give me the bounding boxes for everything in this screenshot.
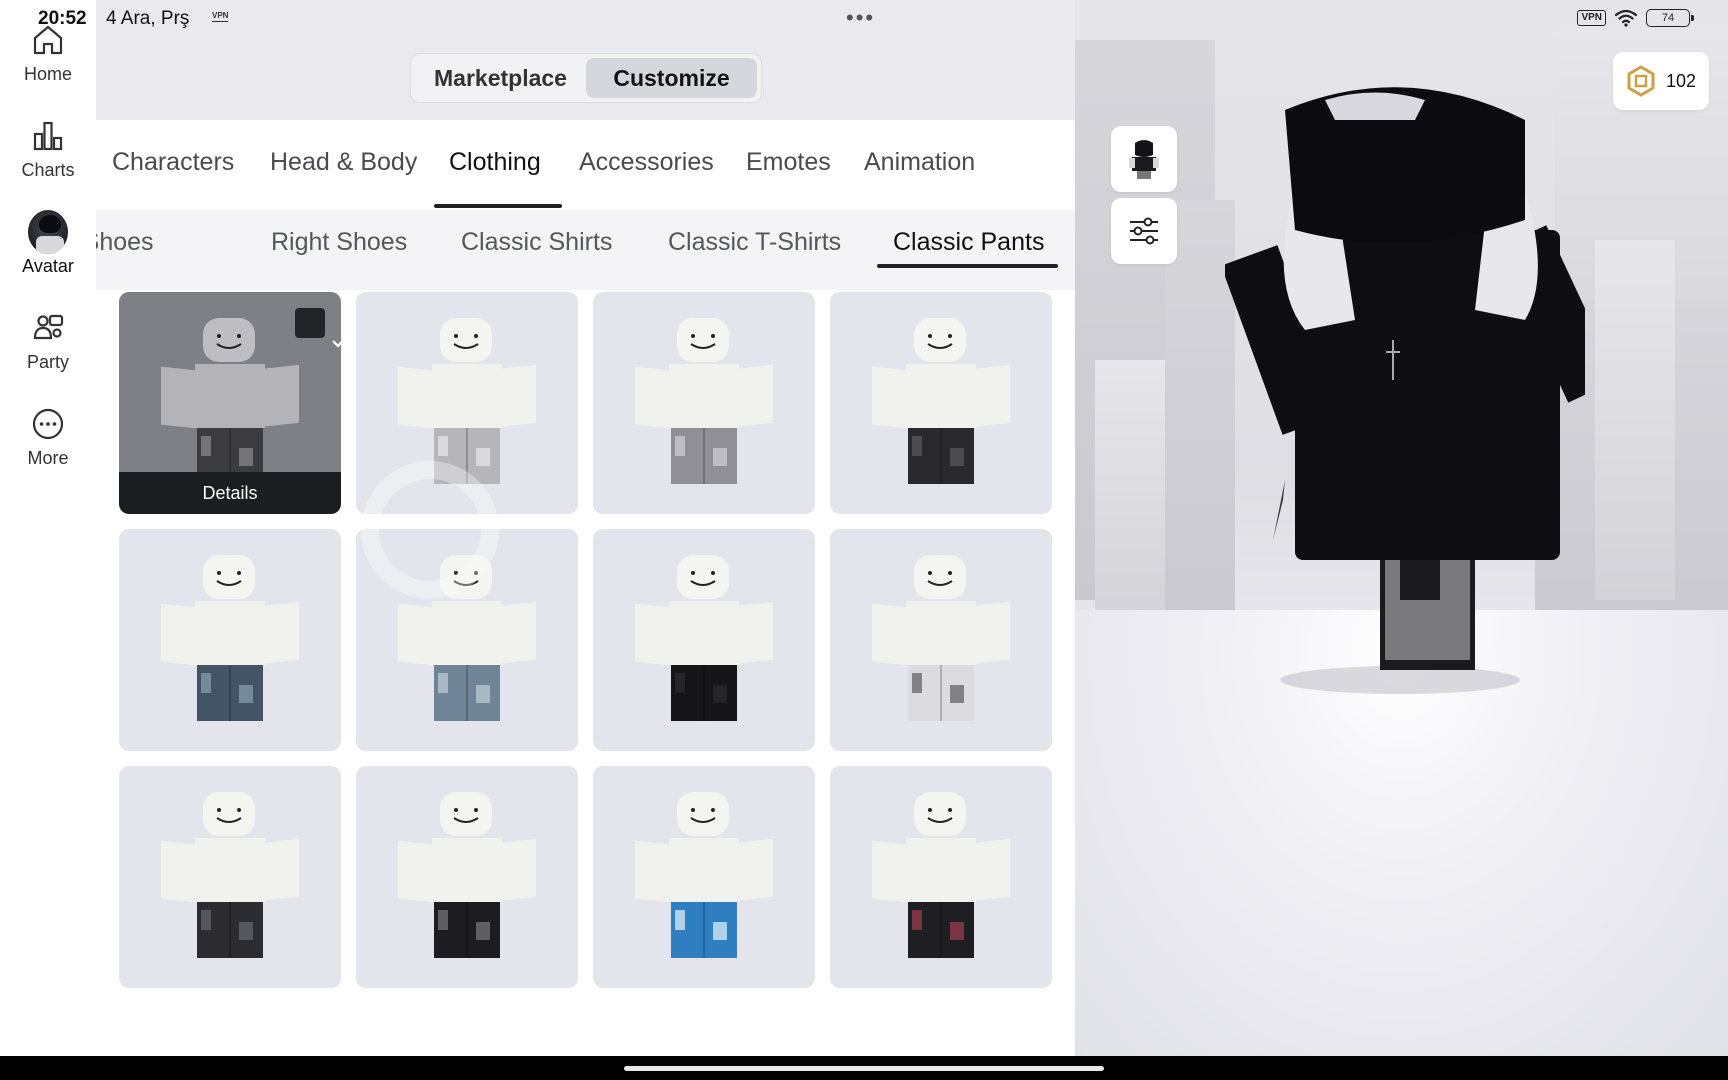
nav-label-home: Home [23,64,72,84]
customize-panel: Characters Head & Body Clothing Accessor… [96,120,1075,1056]
subtab-right-shoes[interactable]: Right Shoes [271,228,407,257]
category-tabs: Characters Head & Body Clothing Accessor… [96,120,1075,210]
details-button[interactable]: Details [119,472,341,514]
avatar-model [1225,87,1585,694]
sliders-icon [1130,217,1158,245]
item-preview-image [635,555,773,721]
item-preview-image [398,555,536,721]
item-card[interactable] [830,766,1052,988]
nav-label-more: More [27,448,69,468]
nav-item-charts[interactable]: Charts [0,116,96,196]
item-card[interactable] [593,529,815,751]
subtab-left-shoes[interactable]: Left Shoes [96,228,154,257]
adjust-settings-button[interactable] [1111,198,1177,264]
nav-item-party[interactable]: Party [0,308,96,388]
robux-balance[interactable]: 102 [1613,52,1709,110]
marketplace-button[interactable]: Marketplace [415,58,586,98]
status-date: 4 Ara, Prş [106,8,190,29]
item-preview-image [161,792,299,958]
item-card[interactable] [356,292,578,514]
tab-active-indicator [434,204,562,208]
home-indicator[interactable] [624,1066,1104,1071]
item-card[interactable] [830,292,1052,514]
robux-icon [1627,65,1655,97]
item-preview-image [398,792,536,958]
item-card[interactable] [119,766,341,988]
more-icon [28,404,68,444]
nav-label-avatar: Avatar [22,256,74,276]
item-preview-image [872,792,1010,958]
customize-button[interactable]: Customize [586,58,757,98]
tab-accessories[interactable]: Accessories [579,148,714,177]
party-icon [28,308,68,348]
tab-head-body[interactable]: Head & Body [270,148,417,177]
item-preview-image [635,792,773,958]
tab-characters[interactable]: Characters [112,148,234,177]
mode-toggle: Marketplace Customize [410,53,762,103]
item-card[interactable] [593,292,815,514]
item-card[interactable]: Details [119,292,341,514]
item-grid: Details [119,292,1063,988]
robux-amount: 102 [1665,70,1697,91]
vpn-small-icon: VPN [212,11,229,22]
nav-item-avatar[interactable]: Avatar [0,210,96,292]
multitask-dots-icon: ••• [846,5,876,30]
charts-icon [28,116,68,156]
item-preview-image [161,555,299,721]
tab-clothing[interactable]: Clothing [449,148,541,177]
subtab-active-indicator [877,264,1058,268]
item-card[interactable] [593,766,815,988]
subtab-classic-pants[interactable]: Classic Pants [893,228,1044,257]
tab-animation[interactable]: Animation [864,148,975,177]
avatar-mini-icon [1129,140,1159,179]
item-preview-image [398,318,536,484]
home-indicator-area [0,1056,1728,1080]
avatar-thumbnail [28,210,68,254]
scene-building [1595,240,1675,600]
side-nav: Home Charts Avatar Party More [0,0,96,1056]
nav-item-more[interactable]: More [0,404,96,484]
item-preview-image [872,318,1010,484]
item-preview-image [872,555,1010,721]
item-card[interactable] [356,766,578,988]
nav-label-party: Party [26,352,69,372]
tab-emotes[interactable]: Emotes [746,148,831,177]
item-card[interactable] [356,529,578,751]
item-card[interactable] [119,529,341,751]
item-preview-image [635,318,773,484]
nav-item-home[interactable]: Home [0,20,96,100]
nav-label-charts: Charts [21,160,75,180]
item-preview-image [161,318,299,484]
subtab-classic-tshirts[interactable]: Classic T-Shirts [668,228,841,257]
subtab-classic-shirts[interactable]: Classic Shirts [461,228,612,257]
avatar-view-button[interactable] [1111,126,1177,192]
selected-check-icon[interactable] [295,308,341,348]
item-card[interactable] [830,529,1052,751]
home-icon [28,20,68,60]
